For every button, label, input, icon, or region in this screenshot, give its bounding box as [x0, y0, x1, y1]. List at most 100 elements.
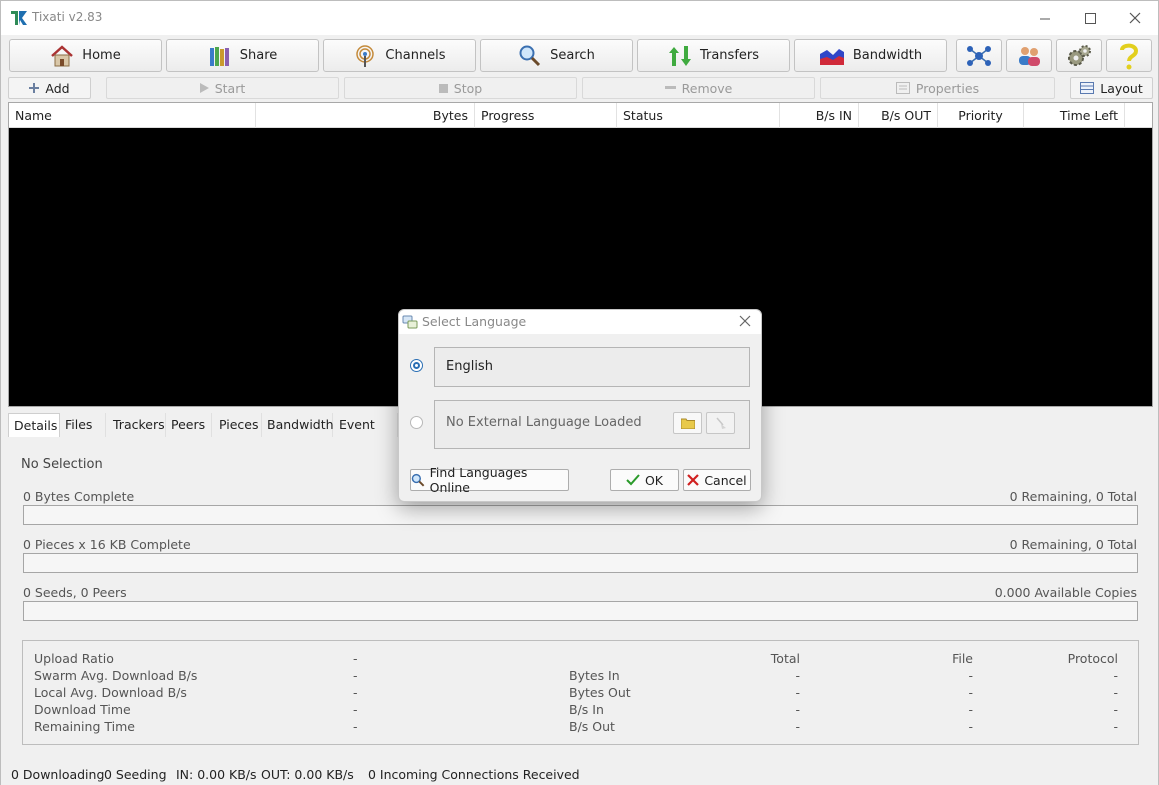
search-icon	[519, 45, 541, 66]
pieces-complete-label: 0 Pieces x 16 KB Complete	[23, 537, 191, 552]
search-button[interactable]: Search	[480, 39, 633, 72]
tixati-logo-icon	[11, 11, 27, 25]
total-value: -	[795, 719, 800, 734]
stats-box: Upload Ratio Swarm Avg. Download B/s Loc…	[22, 640, 1139, 745]
channels-button[interactable]: Channels	[323, 39, 476, 72]
stat-label: Download Time	[34, 702, 131, 717]
minimize-icon	[1039, 18, 1050, 19]
share-button[interactable]: Share	[166, 39, 319, 72]
status-out-rate: OUT: 0.00 KB/s	[261, 767, 354, 782]
pieces-remaining-label: 0 Remaining, 0 Total	[1009, 537, 1137, 552]
column-priority[interactable]: Priority	[938, 103, 1024, 128]
app-window: Tixati v2.83 Home Share Channels Search …	[0, 0, 1159, 785]
start-label: Start	[214, 80, 246, 96]
home-icon	[51, 44, 74, 66]
minimize-button[interactable]	[1022, 1, 1068, 35]
status-seeding: 0 Seeding	[104, 767, 167, 782]
help-button[interactable]	[1106, 39, 1152, 72]
column-status[interactable]: Status	[617, 103, 780, 128]
bandwidth-button[interactable]: Bandwidth	[794, 39, 947, 72]
users-icon	[1019, 46, 1040, 66]
cancel-button[interactable]: Cancel	[683, 469, 751, 491]
transfers-button[interactable]: Transfers	[637, 39, 790, 72]
column-time-left[interactable]: Time Left	[1024, 103, 1125, 128]
total-value: -	[795, 668, 800, 683]
stop-button[interactable]: Stop	[344, 77, 577, 99]
protocol-value: -	[1113, 668, 1118, 683]
protocol-value: -	[1113, 685, 1118, 700]
column-bs-out[interactable]: B/s OUT	[859, 103, 938, 128]
maximize-button[interactable]	[1067, 1, 1113, 35]
stat-value: -	[353, 651, 358, 666]
column-name[interactable]: Name	[9, 103, 256, 128]
dialog-close-button[interactable]	[739, 313, 751, 331]
header-total: Total	[770, 651, 800, 666]
protocol-value: -	[1113, 702, 1118, 717]
external-language-radio[interactable]	[410, 416, 423, 429]
english-radio[interactable]	[410, 359, 423, 372]
status-in-rate: IN: 0.00 KB/s	[176, 767, 257, 782]
status-connections: 0 Incoming Connections Received	[368, 767, 580, 782]
language-icon	[402, 315, 418, 329]
network-button[interactable]	[956, 39, 1002, 72]
tab-event-log[interactable]: Event Log	[334, 413, 398, 456]
bandwidth-label: Bandwidth	[852, 48, 923, 63]
ok-button[interactable]: OK	[610, 469, 679, 491]
search-icon	[411, 473, 425, 487]
close-button[interactable]	[1112, 1, 1158, 35]
channels-antenna-icon	[356, 44, 375, 67]
tab-files[interactable]: Files	[60, 413, 106, 437]
column-bs-in[interactable]: B/s IN	[780, 103, 859, 128]
selection-label: No Selection	[21, 457, 103, 472]
load-language-button[interactable]	[673, 412, 702, 434]
tab-details[interactable]: Details	[8, 413, 60, 438]
close-icon	[739, 315, 751, 327]
maximize-icon	[1084, 12, 1096, 24]
dialog-title: Select Language	[422, 314, 527, 329]
stat-value: -	[353, 702, 358, 717]
find-languages-online-button[interactable]: Find Languages Online	[410, 465, 569, 495]
gears-icon	[1068, 44, 1091, 66]
stat-right-label: B/s In	[569, 702, 604, 717]
stat-value: -	[353, 668, 358, 683]
bytes-complete-label: 0 Bytes Complete	[23, 489, 135, 504]
channels-label: Channels	[385, 48, 446, 63]
home-button[interactable]: Home	[9, 39, 162, 72]
start-button[interactable]: Start	[106, 77, 339, 99]
available-copies-label: 0.000 Available Copies	[994, 585, 1137, 600]
column-progress[interactable]: Progress	[475, 103, 617, 128]
bytes-progress-bar	[23, 505, 1138, 525]
column-bytes[interactable]: Bytes	[256, 103, 475, 128]
remove-button[interactable]: Remove	[582, 77, 815, 99]
english-option-box[interactable]: English	[434, 347, 750, 387]
select-language-dialog: Select Language English No External Lang…	[398, 309, 762, 502]
list-header: Name Bytes Progress Status B/s IN B/s OU…	[9, 103, 1152, 128]
tab-pieces[interactable]: Pieces	[214, 413, 262, 437]
pieces-progress-bar	[23, 553, 1138, 573]
total-value: -	[795, 685, 800, 700]
title-bar: Tixati v2.83	[1, 1, 1158, 35]
stat-value: -	[353, 685, 358, 700]
add-button[interactable]: Add	[8, 77, 91, 99]
status-downloading: 0 Downloading	[11, 767, 105, 782]
users-button[interactable]	[1006, 39, 1052, 72]
file-value: -	[968, 702, 973, 717]
properties-button[interactable]: Properties	[820, 77, 1055, 99]
tab-bandwidth[interactable]: Bandwidth	[262, 413, 334, 437]
tab-trackers[interactable]: Trackers	[108, 413, 166, 437]
network-nodes-icon	[967, 45, 991, 66]
settings-button[interactable]	[1056, 39, 1102, 72]
layout-button[interactable]: Layout	[1070, 77, 1153, 99]
file-value: -	[968, 685, 973, 700]
external-option-box: No External Language Loaded	[434, 400, 750, 449]
add-label: Add	[45, 80, 70, 96]
share-books-icon	[209, 46, 229, 66]
stat-right-label: B/s Out	[569, 719, 615, 734]
cross-icon	[687, 474, 700, 486]
clear-language-button[interactable]	[706, 412, 735, 434]
help-question-icon	[1120, 43, 1139, 69]
stop-icon	[438, 83, 448, 93]
tab-peers[interactable]: Peers	[166, 413, 212, 437]
file-value: -	[968, 719, 973, 734]
share-label: Share	[239, 48, 278, 63]
